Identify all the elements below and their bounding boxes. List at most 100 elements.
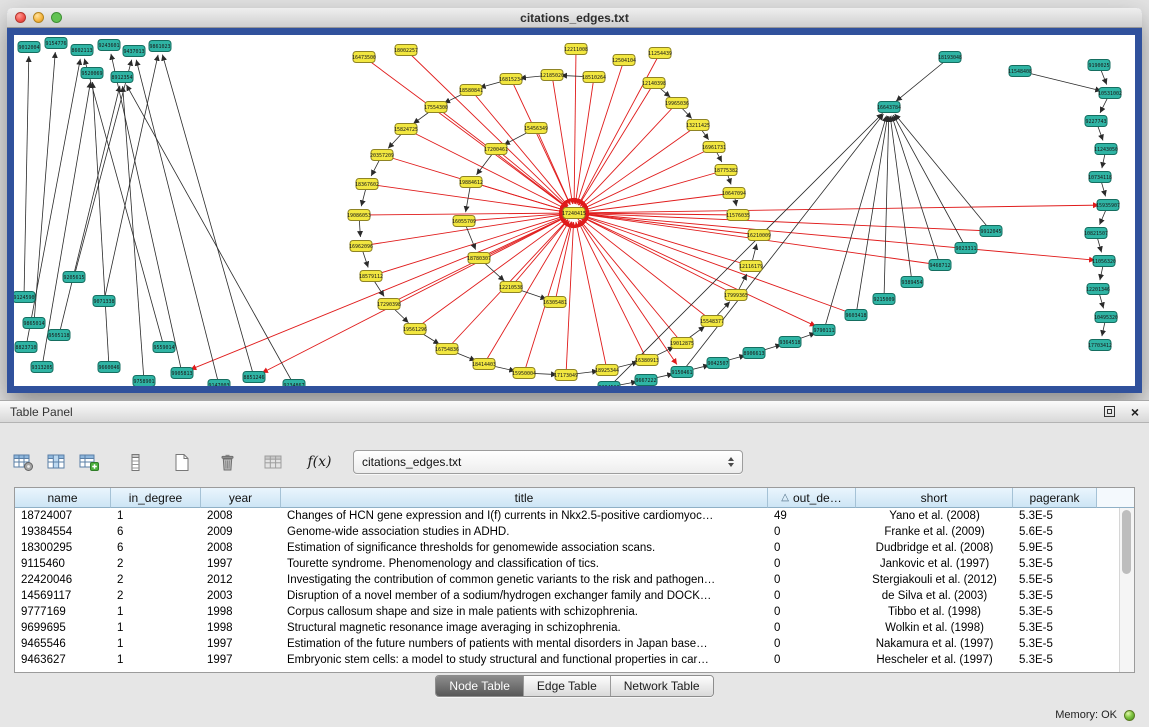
column-header-in_degree[interactable]: in_degree bbox=[111, 488, 201, 508]
graph-node[interactable]: 9559014 bbox=[153, 342, 175, 353]
graph-node[interactable]: 9124590 bbox=[14, 292, 35, 303]
graph-node[interactable]: 11548408 bbox=[1008, 66, 1032, 77]
graph-node[interactable]: 9234867 bbox=[283, 380, 305, 387]
graph-node[interactable]: 9865014 bbox=[23, 318, 45, 329]
graph-node[interactable]: 9023311 bbox=[955, 243, 977, 254]
tab-network-table[interactable]: Network Table bbox=[611, 676, 713, 696]
graph-node[interactable]: 18002257 bbox=[394, 45, 418, 56]
graph-node[interactable]: 16055709 bbox=[452, 216, 476, 227]
table-row[interactable]: 977716911998Corpus callosum shape and si… bbox=[15, 604, 1119, 620]
graph-node[interactable]: 9150461 bbox=[671, 367, 693, 378]
graph-node[interactable]: 9190025 bbox=[1088, 60, 1110, 71]
table-chooser-select[interactable]: citations_edges.txt bbox=[353, 450, 743, 474]
graph-node[interactable]: 9012004 bbox=[18, 42, 40, 53]
graph-node[interactable]: 10734118 bbox=[1088, 172, 1112, 183]
table-row[interactable]: 946362711997Embryonic stem cells: a mode… bbox=[15, 652, 1119, 668]
column-header-short[interactable]: short bbox=[856, 488, 1013, 508]
graph-node[interactable]: 9147003 bbox=[208, 380, 230, 387]
graph-node[interactable]: 9364518 bbox=[779, 337, 801, 348]
table-options-button[interactable] bbox=[10, 449, 37, 476]
graph-node[interactable]: 18193048 bbox=[938, 52, 962, 63]
vertical-scrollbar[interactable] bbox=[1119, 508, 1134, 672]
graph-node[interactable]: 11254439 bbox=[648, 48, 672, 59]
table-row[interactable]: 911546021997Tourette syndrome. Phenomeno… bbox=[15, 556, 1119, 572]
graph-node[interactable]: 15824725 bbox=[394, 124, 418, 135]
table-row[interactable]: 1872400712008Changes of HCN gene express… bbox=[15, 508, 1119, 524]
graph-node[interactable]: 9790111 bbox=[813, 325, 835, 336]
zoom-window-button[interactable] bbox=[51, 12, 62, 23]
graph-node[interactable]: 12116179 bbox=[739, 261, 763, 272]
graph-node[interactable]: 12211008 bbox=[564, 44, 588, 55]
graph-node[interactable]: 18925344 bbox=[595, 365, 619, 376]
graph-node[interactable]: 9243601 bbox=[98, 40, 120, 51]
graph-node[interactable]: 9468712 bbox=[929, 260, 951, 271]
column-header-out_de[interactable]: △out_de… bbox=[768, 488, 856, 508]
graph-node[interactable]: 12185020 bbox=[540, 70, 564, 81]
function-builder-button[interactable]: f(x) bbox=[306, 449, 333, 476]
graph-node[interactable]: 9861023 bbox=[149, 41, 171, 52]
graph-node[interactable]: 17554300 bbox=[424, 102, 448, 113]
graph-node[interactable]: 8823710 bbox=[15, 342, 37, 353]
graph-node[interactable]: 11576035 bbox=[726, 210, 750, 221]
graph-node[interactable]: 15548377 bbox=[700, 316, 724, 327]
graph-node[interactable]: 18580841 bbox=[459, 85, 483, 96]
graph-node[interactable]: 10531002 bbox=[1098, 88, 1122, 99]
graph-node[interactable]: 13211425 bbox=[686, 120, 710, 131]
create-column-button[interactable] bbox=[76, 449, 103, 476]
graph-node[interactable]: 19012875 bbox=[670, 338, 694, 349]
graph-node[interactable]: 9284503 bbox=[598, 382, 620, 387]
graph-node[interactable]: 9667222 bbox=[635, 375, 657, 386]
graph-node[interactable]: 8602113 bbox=[71, 45, 93, 56]
graph-node[interactable]: 18510264 bbox=[582, 72, 606, 83]
graph-node[interactable]: 16961731 bbox=[702, 142, 726, 153]
graph-node[interactable]: 17173049 bbox=[554, 370, 578, 381]
graph-node[interactable]: 12140398 bbox=[642, 78, 666, 89]
graph-node[interactable]: 8851246 bbox=[243, 372, 265, 383]
table-row[interactable]: 1830029562008Estimation of significance … bbox=[15, 540, 1119, 556]
graph-node[interactable]: 17999365 bbox=[724, 290, 748, 301]
table-row[interactable]: 2242004622012Investigating the contribut… bbox=[15, 572, 1119, 588]
close-window-button[interactable] bbox=[15, 12, 26, 23]
graph-node[interactable]: 9071338 bbox=[93, 296, 115, 307]
scrollbar-thumb[interactable] bbox=[1122, 510, 1131, 574]
graph-node[interactable]: 16380913 bbox=[635, 355, 659, 366]
graph-node[interactable]: 9905813 bbox=[171, 368, 193, 379]
graph-node[interactable]: 18780307 bbox=[467, 253, 491, 264]
graph-node[interactable]: 18579112 bbox=[359, 271, 383, 282]
graph-node[interactable]: 17290398 bbox=[377, 299, 401, 310]
float-panel-button[interactable] bbox=[1103, 405, 1117, 419]
table-row[interactable]: 1456911722003Disruption of a novel membe… bbox=[15, 588, 1119, 604]
graph-node[interactable]: 10495320 bbox=[1094, 312, 1118, 323]
graph-node[interactable]: 16643784 bbox=[877, 102, 901, 113]
network-canvas[interactable]: 1724041518510264121850201681523418580841… bbox=[14, 35, 1135, 386]
graph-node[interactable]: 9205615 bbox=[63, 272, 85, 283]
graph-node[interactable]: 19086053 bbox=[347, 210, 371, 221]
close-panel-button[interactable]: × bbox=[1131, 405, 1139, 419]
import-table-button[interactable] bbox=[260, 449, 287, 476]
table-row[interactable]: 1938455462009Genome-wide association stu… bbox=[15, 524, 1119, 540]
graph-node[interactable]: 17200461 bbox=[484, 144, 508, 155]
graph-node[interactable]: 10821507 bbox=[1084, 228, 1108, 239]
graph-node[interactable]: 17240415 bbox=[562, 208, 586, 219]
graph-node[interactable]: 9042507 bbox=[707, 358, 729, 369]
table-row[interactable]: 946554611997Estimation of the future num… bbox=[15, 636, 1119, 652]
show-columns-button[interactable] bbox=[43, 449, 70, 476]
column-header-options-button[interactable] bbox=[122, 449, 149, 476]
minimize-window-button[interactable] bbox=[33, 12, 44, 23]
graph-node[interactable]: 18414403 bbox=[472, 359, 496, 370]
graph-node[interactable]: 16305481 bbox=[543, 297, 567, 308]
column-header-year[interactable]: year bbox=[201, 488, 281, 508]
column-header-name[interactable]: name bbox=[15, 488, 111, 508]
graph-node[interactable]: 15935907 bbox=[1096, 200, 1120, 211]
graph-node[interactable]: 15456349 bbox=[524, 123, 548, 134]
graph-node[interactable]: 8912354 bbox=[111, 72, 133, 83]
graph-node[interactable]: 9603418 bbox=[845, 310, 867, 321]
window-titlebar[interactable]: citations_edges.txt bbox=[7, 8, 1142, 28]
column-header-title[interactable]: title bbox=[281, 488, 768, 508]
graph-node[interactable]: 16962096 bbox=[349, 241, 373, 252]
graph-node[interactable]: 18367602 bbox=[355, 179, 379, 190]
graph-node[interactable]: 9227743 bbox=[1085, 116, 1107, 127]
graph-node[interactable]: 9660046 bbox=[98, 362, 120, 373]
graph-node[interactable]: 16210009 bbox=[747, 230, 771, 241]
table-row[interactable]: 969969511998Structural magnetic resonanc… bbox=[15, 620, 1119, 636]
